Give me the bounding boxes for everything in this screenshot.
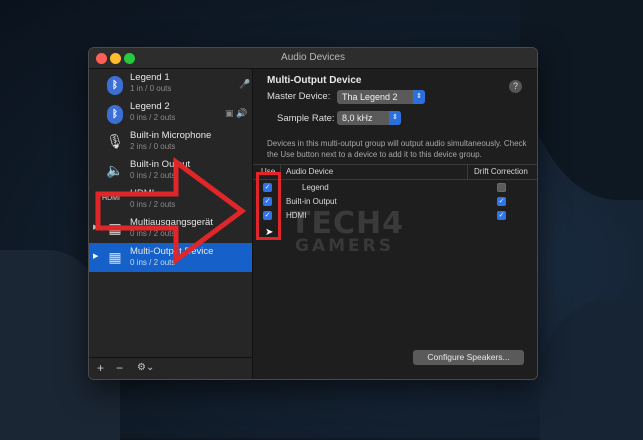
microphone-icon: 🎤 (239, 79, 251, 89)
sample-rate-value: 8,0 kHz (342, 113, 373, 123)
gear-icon[interactable]: ⚙︎⌄ (137, 362, 154, 373)
device-item-legend-1[interactable]: ᛒ Legend 1 1 in / 0 outs 🎤 (89, 69, 252, 98)
device-name-cell: Built-in Output (286, 197, 337, 206)
master-device-value: Tha Legend 2 (342, 92, 398, 102)
device-io: 0 ins / 2 outs (130, 113, 176, 122)
drift-correction-checkbox[interactable] (497, 183, 506, 192)
help-button[interactable]: ? (509, 80, 522, 93)
mouse-pointer-icon: ➤ (265, 227, 274, 238)
add-device-button[interactable]: + (97, 361, 104, 375)
bluetooth-icon: ᛒ (106, 101, 124, 124)
column-divider (467, 165, 468, 179)
configure-speakers-button[interactable]: Configure Speakers... (413, 350, 524, 365)
desktop-landmass (520, 0, 643, 200)
sample-rate-label: Sample Rate: (277, 113, 335, 124)
device-name: Legend 2 (130, 101, 170, 112)
remove-device-button[interactable]: − (116, 361, 123, 375)
annotation-arrow-icon (95, 157, 247, 265)
group-description: Devices in this multi-output group will … (267, 139, 527, 159)
master-device-popup[interactable]: Tha Legend 2 ⇕ (337, 90, 425, 104)
master-device-label: Master Device: (267, 91, 331, 102)
drift-correction-checkbox[interactable]: ✓ (497, 197, 506, 206)
device-name: Legend 1 (130, 72, 170, 83)
title-bar[interactable]: Audio Devices (89, 48, 537, 69)
chevron-updown-icon: ⇕ (389, 111, 401, 125)
chevron-updown-icon: ⇕ (413, 90, 425, 104)
table-row: ✓ Legend (253, 181, 537, 195)
audio-device-column-header[interactable]: Audio Device (286, 167, 333, 176)
sample-rate-popup[interactable]: 8,0 kHz ⇕ (337, 111, 401, 125)
device-item-legend-2[interactable]: ᛒ Legend 2 0 ins / 2 outs ▣ 🔊 (89, 98, 252, 127)
desktop-landmass (540, 300, 643, 440)
drift-correction-checkbox[interactable]: ✓ (497, 211, 506, 220)
output-status-icon: ▣ 🔊 (225, 108, 248, 118)
window-title: Audio Devices (281, 52, 345, 63)
device-name-cell: Legend (302, 183, 329, 192)
sidebar-toolbar: + − ⚙︎⌄ (89, 357, 252, 379)
device-title: Multi-Output Device (267, 75, 362, 86)
device-io: 1 in / 0 outs (130, 84, 172, 93)
device-io: 2 ins / 0 outs (130, 142, 176, 151)
drift-correction-column-header[interactable]: Drift Correction (474, 167, 528, 176)
device-item-built-in-microphone[interactable]: 🎙 Built-in Microphone 2 ins / 0 outs (89, 127, 252, 156)
table-header: Use Audio Device Drift Correction (253, 165, 537, 180)
watermark-logo: GAMERS (295, 236, 394, 256)
device-name: Built-in Microphone (130, 130, 212, 141)
bluetooth-icon: ᛒ (106, 72, 124, 95)
microphone-icon: 🎙 (106, 133, 124, 149)
